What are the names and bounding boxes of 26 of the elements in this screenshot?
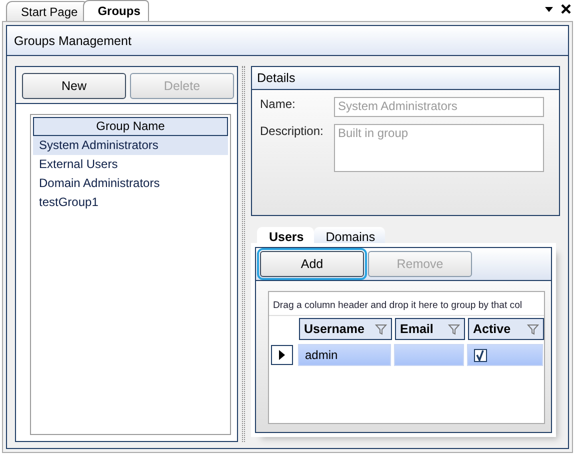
group-row[interactable]: testGroup1 xyxy=(33,193,228,212)
field-label: Description: xyxy=(260,124,324,140)
new-button[interactable]: New xyxy=(22,73,126,99)
checkbox[interactable] xyxy=(474,348,487,362)
column-header[interactable]: Active xyxy=(468,318,544,340)
add-button[interactable]: Add xyxy=(260,251,364,277)
group-row[interactable]: System Administrators xyxy=(33,136,228,155)
table-cell xyxy=(394,344,464,366)
table-cell: admin xyxy=(298,344,391,366)
details-title: Details xyxy=(252,67,559,90)
group-row[interactable]: External Users xyxy=(33,155,228,174)
group-panel-hint: Drag a column header and drop it here to group by that col xyxy=(272,299,524,313)
field-label: Name: xyxy=(260,97,296,113)
splitter[interactable] xyxy=(242,66,245,442)
filter-icon[interactable] xyxy=(448,323,460,335)
document-tab[interactable]: Start Page xyxy=(6,1,87,21)
filter-icon[interactable] xyxy=(375,323,387,335)
panel-title: Groups Management xyxy=(7,26,568,56)
column-header[interactable]: Email xyxy=(395,318,465,340)
column-header[interactable]: Username xyxy=(299,318,392,340)
filter-icon[interactable] xyxy=(527,323,539,335)
document-tab[interactable]: Groups xyxy=(82,0,150,21)
column-header[interactable]: Group Name xyxy=(33,117,228,136)
dropdown-icon[interactable] xyxy=(545,4,553,14)
close-icon[interactable] xyxy=(561,4,571,14)
group-row[interactable]: Domain Administrators xyxy=(33,174,228,193)
